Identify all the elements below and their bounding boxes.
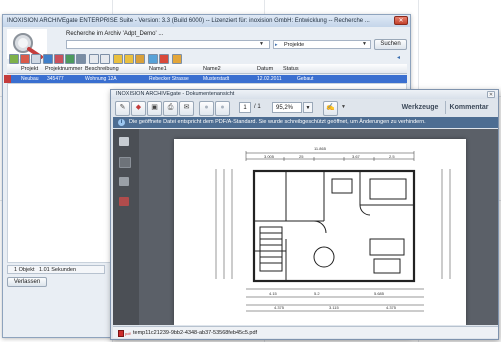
sign-icon[interactable]: ✍: [323, 101, 338, 116]
table-cell: Wohnung 12A: [85, 76, 117, 82]
viewer-close-button[interactable]: ✕: [487, 91, 495, 98]
next-arrow-icon[interactable]: ◂: [397, 54, 403, 62]
comment-button[interactable]: Kommentar: [445, 101, 492, 114]
column-header[interactable]: Name1: [149, 65, 167, 73]
back-icon[interactable]: [20, 54, 30, 64]
zoom-input[interactable]: 95,2%: [272, 102, 302, 113]
svg-text:5.685: 5.685: [374, 291, 385, 296]
grid-icon[interactable]: [100, 54, 110, 64]
archive-icon[interactable]: [135, 54, 145, 64]
file-bar: pdf temp11c21239-9bb2-4348-ab37-53568feb…: [113, 326, 498, 338]
exit-button[interactable]: Verlassen: [7, 277, 47, 287]
query-time: 1.01 Sekunden: [39, 267, 77, 273]
column-header[interactable]: Projektnummer: [45, 65, 82, 73]
import-icon[interactable]: [65, 54, 75, 64]
status-bar: 1 Objekt 1.01 Sekunden: [7, 265, 105, 274]
main-toolbar: ◂: [7, 53, 407, 64]
file-name: temp11c21239-9bb2-4348-ab37-53568feb45c5…: [133, 330, 258, 336]
main-window-title: INOXISION ARCHIVEgate ENTERPRISE Suite -…: [3, 15, 410, 27]
svg-text:4.375: 4.375: [274, 305, 285, 310]
svg-text:3.67: 3.67: [352, 154, 361, 159]
info-bar: i Die geöffnete Datei entspricht dem PDF…: [113, 117, 498, 128]
layers-icon[interactable]: [119, 197, 129, 206]
pdf-icon[interactable]: [159, 54, 169, 64]
save-icon[interactable]: ▣: [147, 101, 162, 116]
table-cell: Neubau: [21, 76, 39, 82]
viewer-window: INOXISION ARCHIVEgate - Dokumentenansich…: [110, 89, 499, 340]
chevron-down-icon[interactable]: ▼: [303, 102, 313, 113]
export-icon[interactable]: [76, 54, 86, 64]
table-cell: 345477: [47, 76, 64, 82]
chevron-down-icon[interactable]: ▼: [259, 41, 264, 47]
search-button[interactable]: Suchen: [374, 39, 407, 50]
main-close-button[interactable]: ✕: [394, 16, 408, 25]
svg-text:11.865: 11.865: [314, 146, 327, 151]
column-header[interactable]: Name2: [203, 65, 221, 73]
viewer-toolbar: ✎ ◆ ▣ ⎙ ✉ ● ● 1 / 1 95,2% ▼ ✍ ▼ Werkzeug…: [115, 100, 494, 116]
info-text: Die geöffnete Datei entspricht dem PDF/A…: [129, 119, 426, 125]
svg-text:2.5: 2.5: [389, 154, 395, 159]
svg-text:25: 25: [299, 154, 304, 159]
table-cell: Musterstadt: [203, 76, 230, 82]
svg-text:4.15: 4.15: [269, 291, 278, 296]
floor-plan-drawing: 11.865 3.005 25 3.67 2.5 4.15 5.2 5.685 4.37…: [215, 146, 451, 312]
document-icon[interactable]: [31, 54, 41, 64]
viewer-title: INOXISION ARCHIVEgate - Dokumentenansich…: [111, 90, 498, 99]
attachment-icon[interactable]: [119, 157, 131, 168]
column-header[interactable]: Beschreibung: [85, 65, 119, 73]
folder-icon[interactable]: [113, 54, 123, 64]
page-total: / 1: [254, 104, 261, 110]
svg-text:3.115: 3.115: [329, 305, 339, 310]
page-number-input[interactable]: 1: [239, 102, 251, 113]
table-icon[interactable]: [43, 54, 53, 64]
table-cell: 12.02.2011: [257, 76, 282, 82]
open-icon[interactable]: ✎: [115, 101, 130, 116]
document-area[interactable]: 11.865 3.005 25 3.67 2.5 4.15 5.2 5.685 4.37…: [139, 129, 498, 325]
chevron-down-icon[interactable]: ▼: [362, 41, 367, 47]
chart-icon[interactable]: [148, 54, 158, 64]
prev-page-icon[interactable]: ●: [199, 101, 214, 116]
delete-icon[interactable]: [54, 54, 64, 64]
chevron-down-icon[interactable]: ▼: [339, 101, 348, 114]
refresh-icon[interactable]: [9, 54, 19, 64]
svg-text:3.005: 3.005: [264, 154, 275, 159]
recherche-label: Recherche im Archiv 'Adpt_Demo' ...: [66, 31, 164, 37]
search-input[interactable]: [66, 40, 270, 49]
table-cell: Rebecker Strasse: [149, 76, 189, 82]
settings-icon[interactable]: [172, 54, 182, 64]
scope-select[interactable]: Projekte: [273, 40, 371, 49]
email-icon[interactable]: ✉: [179, 101, 194, 116]
navigation-panel: [113, 129, 139, 325]
column-header[interactable]: Projekt: [21, 65, 38, 73]
list-header: Projekt Projektnummer Beschreibung Name1…: [7, 64, 407, 74]
folder-open-icon[interactable]: [124, 54, 134, 64]
tools-button[interactable]: Werkzeuge: [397, 101, 443, 114]
table-row[interactable]: Neubau 345477 Wohnung 12A Rebecker Stras…: [4, 75, 407, 83]
object-count: 1 Objekt: [14, 267, 35, 273]
column-header[interactable]: Datum: [257, 65, 273, 73]
folder-icon: ▸: [275, 42, 278, 48]
file-icon: [118, 330, 124, 337]
print-icon[interactable]: ⎙: [163, 101, 178, 116]
list-icon[interactable]: [89, 54, 99, 64]
document-page: 11.865 3.005 25 3.67 2.5 4.15 5.2 5.685 4.37…: [174, 139, 466, 325]
signature-icon[interactable]: [119, 177, 129, 186]
pages-icon[interactable]: [119, 137, 129, 146]
info-icon: i: [118, 119, 125, 126]
table-cell: Gebaut: [297, 76, 314, 82]
column-header[interactable]: Status: [283, 65, 299, 73]
next-page-icon[interactable]: ●: [215, 101, 230, 116]
svg-text:5.2: 5.2: [314, 291, 320, 296]
record-icon: [4, 75, 11, 83]
pdf-icon[interactable]: ◆: [131, 101, 146, 116]
svg-text:4.375: 4.375: [386, 305, 397, 310]
pdf-badge: pdf: [125, 331, 131, 336]
